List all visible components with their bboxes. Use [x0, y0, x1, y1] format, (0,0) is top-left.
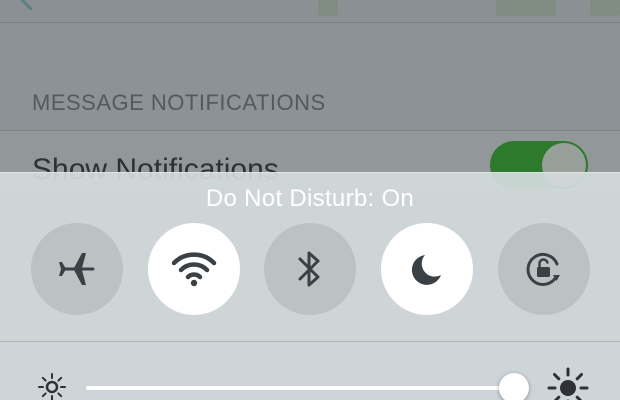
back-chevron-icon[interactable] [18, 0, 43, 11]
airplane-mode-button[interactable] [31, 223, 123, 315]
moon-icon [411, 255, 441, 285]
slider-knob[interactable] [499, 373, 529, 400]
bluetooth-icon [298, 251, 320, 287]
wifi-icon [171, 252, 217, 287]
sun-large-icon [547, 367, 589, 400]
do-not-disturb-button[interactable] [381, 223, 473, 315]
rotation-lock-icon [526, 252, 560, 286]
wifi-button[interactable] [148, 223, 240, 315]
top-accent [496, 0, 556, 16]
screen: MESSAGE NOTIFICATIONS Show Notifications… [0, 0, 620, 400]
quick-toggles-row [0, 223, 620, 315]
brightness-section [0, 342, 620, 400]
slider-fill [86, 386, 514, 390]
section-header: MESSAGE NOTIFICATIONS [32, 90, 326, 115]
status-message: Do Not Disturb: On [205, 185, 415, 212]
airplane-icon [59, 253, 95, 285]
rotation-lock-button[interactable] [498, 223, 590, 315]
top-accent [590, 0, 620, 16]
top-accent [318, 0, 338, 16]
control-center-panel: Do Not Disturb: On [0, 172, 620, 400]
sun-small-icon [38, 373, 66, 400]
brightness-slider[interactable] [86, 373, 529, 400]
bluetooth-button[interactable] [264, 223, 356, 315]
